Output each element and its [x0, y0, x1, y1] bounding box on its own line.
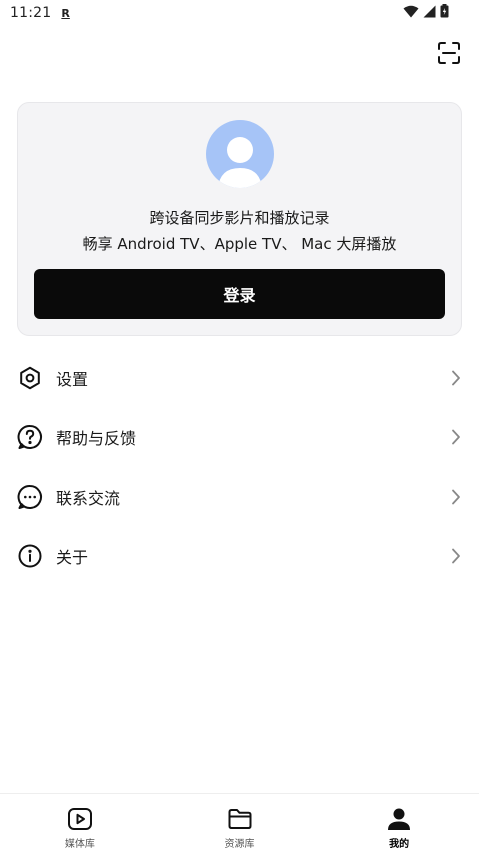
bottom-nav: 媒体库 资源库 我的 — [0, 793, 479, 852]
scan-button[interactable] — [437, 41, 461, 69]
chevron-right-icon — [449, 489, 463, 505]
chevron-right-icon — [449, 548, 463, 564]
chevron-right-icon — [449, 370, 463, 386]
avatar[interactable] — [206, 120, 274, 188]
battery-icon — [440, 4, 449, 22]
tab-mine[interactable]: 我的 — [319, 794, 479, 852]
sync-description: 跨设备同步影片和播放记录 — [149, 209, 330, 227]
status-bar: 11:21 R — [0, 0, 479, 26]
nav-label: 媒体库 — [64, 839, 95, 850]
play-square-icon — [67, 806, 93, 832]
scan-frame-icon — [437, 41, 461, 69]
menu-item-settings[interactable]: 设置 — [0, 348, 479, 408]
login-card: 跨设备同步影片和播放记录 畅享 Android TV、Apple TV、 Mac… — [17, 102, 462, 336]
tab-media-library[interactable]: 媒体库 — [0, 794, 160, 852]
default-avatar-icon — [206, 137, 274, 188]
folder-icon — [227, 806, 253, 832]
nav-label: 我的 — [389, 839, 410, 850]
settings-hexagon-icon — [17, 365, 43, 391]
menu-item-about[interactable]: 关于 — [0, 527, 479, 587]
wifi-icon — [403, 5, 419, 22]
chat-bubble-icon — [17, 484, 43, 510]
device-description: 畅享 Android TV、Apple TV、 Mac 大屏播放 — [82, 235, 397, 253]
menu-label: 联系交流 — [56, 488, 121, 508]
tab-resource-library[interactable]: 资源库 — [160, 794, 320, 852]
menu-label: 设置 — [56, 369, 89, 389]
status-left: 11:21 R — [10, 5, 70, 21]
carrier-badge: R — [61, 6, 70, 20]
login-button[interactable]: 登录 — [34, 269, 445, 319]
menu-label: 帮助与反馈 — [56, 429, 137, 449]
chevron-right-icon — [449, 429, 463, 445]
menu-list: 设置 帮助与反馈 联系交流 关于 — [0, 348, 479, 586]
info-icon — [17, 543, 43, 569]
status-time: 11:21 — [10, 5, 52, 21]
menu-item-contact[interactable]: 联系交流 — [0, 467, 479, 527]
menu-item-help[interactable]: 帮助与反馈 — [0, 408, 479, 468]
help-question-icon — [17, 424, 43, 450]
menu-label: 关于 — [56, 548, 89, 568]
nav-label: 资源库 — [224, 839, 255, 850]
status-icons — [403, 4, 469, 22]
signal-icon — [423, 5, 436, 22]
person-icon — [386, 806, 412, 832]
